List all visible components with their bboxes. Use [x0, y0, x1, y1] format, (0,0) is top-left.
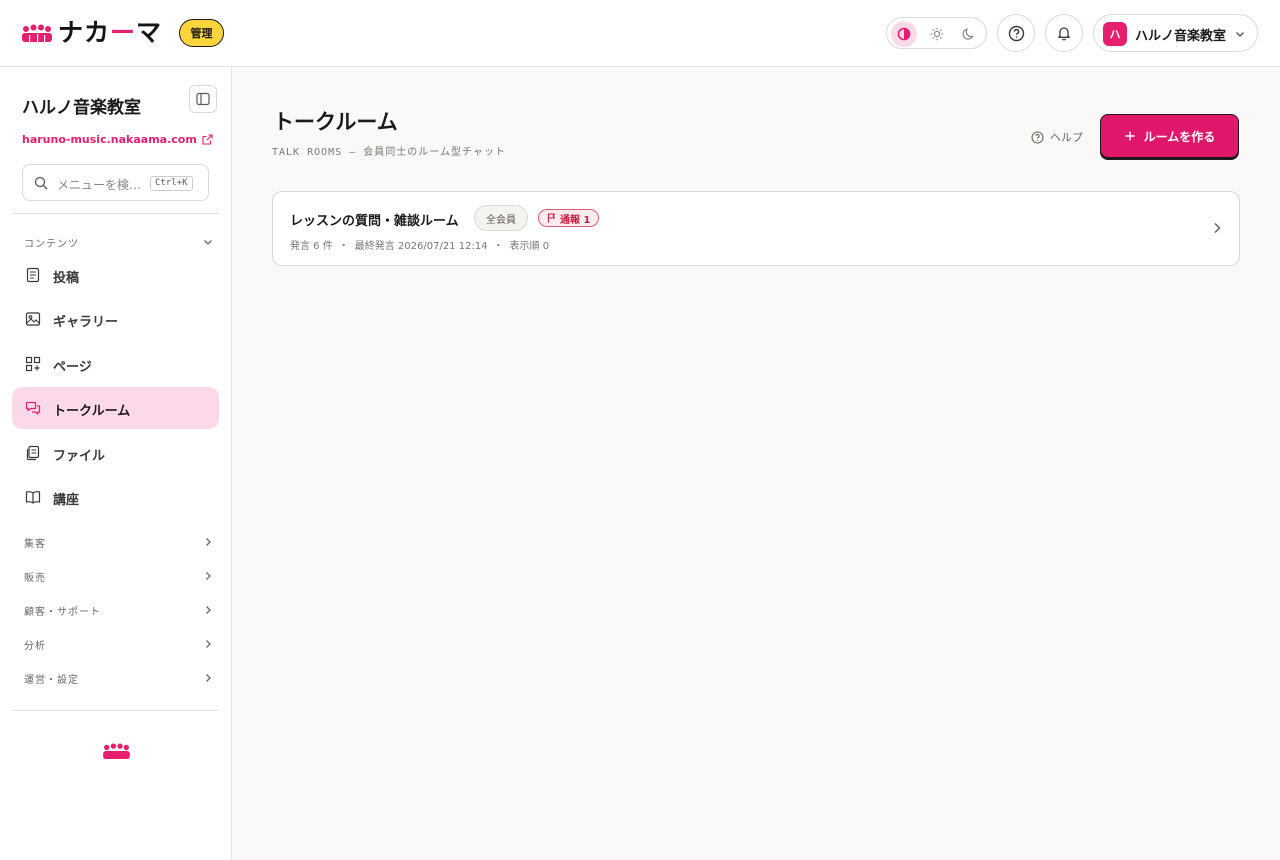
org-avatar: ハ: [1103, 22, 1127, 46]
sidebar: ハルノ音楽教室 haruno-music.nakaama.com メニューを検……: [0, 67, 232, 860]
section-analytics-toggle[interactable]: 分析: [24, 636, 214, 652]
community-logo-icon: [22, 24, 52, 42]
top-header: ナカーマ 管理 ハ ハルノ音楽教室: [0, 0, 1280, 67]
chevron-down-icon: [1236, 32, 1244, 37]
page-blocks-icon: [25, 356, 41, 372]
site-title: ハルノ音楽教室: [22, 98, 141, 118]
sidebar-divider: [12, 213, 219, 214]
theme-dark-button[interactable]: [956, 21, 982, 47]
help-button[interactable]: [997, 14, 1035, 52]
flag-icon: [547, 213, 556, 223]
section-operations-settings-toggle[interactable]: 運営・設定: [24, 670, 214, 686]
external-link-icon: [202, 134, 213, 145]
create-room-button[interactable]: ルームを作る: [1100, 114, 1239, 158]
report-badge[interactable]: 通報 1: [538, 209, 600, 227]
site-url-link[interactable]: haruno-music.nakaama.com: [22, 133, 213, 146]
brand-logo[interactable]: ナカーマ: [22, 19, 162, 47]
chat-icon: [25, 401, 41, 415]
moon-icon: [962, 28, 974, 40]
chevron-right-icon: [1214, 223, 1221, 233]
section-customer-support-toggle[interactable]: 顧客・サポート: [24, 602, 214, 618]
search-shortcut-hint: Ctrl+K: [150, 176, 193, 191]
org-name: ハルノ音楽教室: [1135, 29, 1227, 44]
community-logo-icon: [103, 743, 130, 759]
menu-search-input[interactable]: メニューを検… Ctrl+K: [22, 164, 209, 201]
chevron-down-icon: [204, 240, 212, 245]
search-icon: [34, 176, 48, 190]
page-title: トークルーム: [273, 110, 398, 134]
room-name: レッスンの質問・雑談ルーム: [290, 214, 459, 229]
sidebar-panel-icon: [196, 92, 210, 106]
room-display-order: 表示順 0: [509, 241, 550, 252]
files-icon: [26, 445, 40, 461]
organization-switcher[interactable]: ハ ハルノ音楽教室: [1093, 14, 1258, 52]
bell-icon: [1058, 27, 1070, 41]
sidebar-item-posts[interactable]: 投稿: [12, 254, 219, 296]
sidebar-item-courses[interactable]: 講座: [12, 476, 219, 518]
image-icon: [25, 312, 41, 326]
chevron-right-icon: [206, 640, 211, 648]
chevron-right-icon: [206, 606, 211, 614]
chevron-right-icon: [206, 572, 211, 580]
theme-light-button[interactable]: [924, 21, 950, 47]
sun-icon: [930, 27, 944, 41]
room-last-post: 最終発言 2026/07/21 12:14: [354, 241, 488, 252]
question-circle-icon: [1031, 130, 1044, 144]
brand-name: ナカーマ: [58, 18, 163, 47]
audience-badge: 全会員: [474, 205, 528, 231]
sidebar-item-talk-rooms[interactable]: トークルーム: [12, 387, 219, 429]
help-link[interactable]: ヘルプ: [1031, 129, 1083, 145]
admin-badge: 管理: [179, 19, 224, 47]
page-subtitle: TALK ROOMS — 会員同士のルーム型チャット: [272, 147, 506, 158]
book-icon: [25, 491, 41, 504]
section-content-toggle[interactable]: コンテンツ: [24, 234, 214, 250]
sidebar-item-pages[interactable]: ページ: [12, 343, 219, 385]
sidebar-item-files[interactable]: ファイル: [12, 432, 219, 474]
section-acquisition-toggle[interactable]: 集客: [24, 534, 214, 550]
room-meta: 発言 6 件・最終発言 2026/07/21 12:14 ・表示順 0: [290, 241, 550, 252]
notifications-button[interactable]: [1045, 14, 1083, 52]
chevron-right-icon: [206, 538, 211, 546]
theme-toggle: [886, 17, 987, 49]
theme-auto-button[interactable]: [891, 21, 917, 47]
room-list-item[interactable]: レッスンの質問・雑談ルーム 全会員 通報 1 発言 6 件・最終発言 2026/…: [272, 191, 1240, 266]
chevron-right-icon: [206, 674, 211, 682]
plus-icon: [1125, 131, 1135, 141]
search-placeholder: メニューを検…: [57, 178, 142, 192]
room-post-count: 発言 6 件: [290, 241, 333, 252]
document-icon: [26, 267, 40, 283]
collapse-sidebar-button[interactable]: [189, 85, 217, 113]
section-sales-toggle[interactable]: 販売: [24, 568, 214, 584]
sidebar-divider: [12, 710, 219, 711]
contrast-icon: [897, 27, 911, 41]
question-circle-icon: [1008, 25, 1024, 41]
sidebar-item-gallery[interactable]: ギャラリー: [12, 298, 219, 340]
